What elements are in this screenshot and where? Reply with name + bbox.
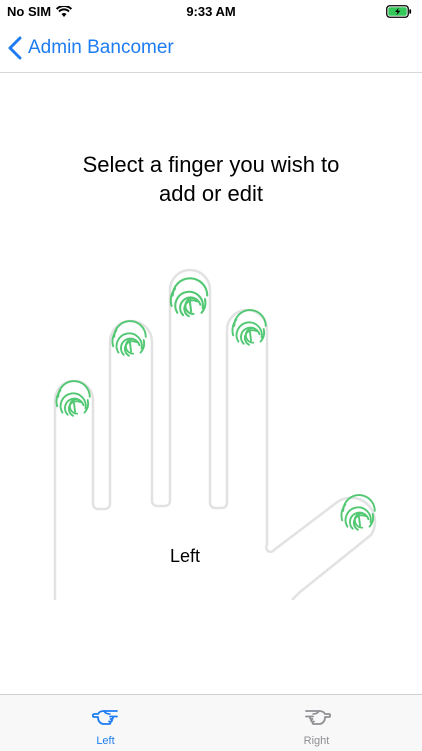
tab-right[interactable]: Right: [211, 695, 422, 751]
middle-finger[interactable]: [169, 270, 210, 330]
back-button[interactable]: Admin Bancomer: [8, 34, 174, 62]
status-bar: No SIM 9:33 AM: [0, 0, 422, 24]
tab-right-label: Right: [303, 735, 330, 747]
tab-bar: Left Right: [0, 694, 422, 751]
tab-left-label: Left: [96, 735, 115, 747]
tab-left[interactable]: Left: [0, 695, 211, 751]
navigation-bar: Admin Bancomer: [0, 24, 422, 73]
chevron-left-icon: [8, 36, 22, 60]
battery-charging-icon: [386, 5, 412, 18]
instruction-line-2: add or edit: [159, 181, 263, 206]
instruction-text: Select a finger you wish to add or edit: [40, 150, 382, 208]
left-hand-pointing-icon: [91, 710, 118, 725]
status-time: 9:33 AM: [186, 4, 236, 19]
ring-finger[interactable]: [110, 320, 152, 381]
index-finger[interactable]: [227, 309, 267, 370]
instruction-line-1: Select a finger you wish to: [82, 152, 340, 177]
pinky-finger[interactable]: [55, 380, 93, 441]
back-button-label: Admin Bancomer: [28, 37, 174, 58]
hand-label: Left: [169, 546, 201, 566]
thumb[interactable]: [335, 490, 383, 540]
right-hand-pointing-icon: [305, 710, 332, 725]
